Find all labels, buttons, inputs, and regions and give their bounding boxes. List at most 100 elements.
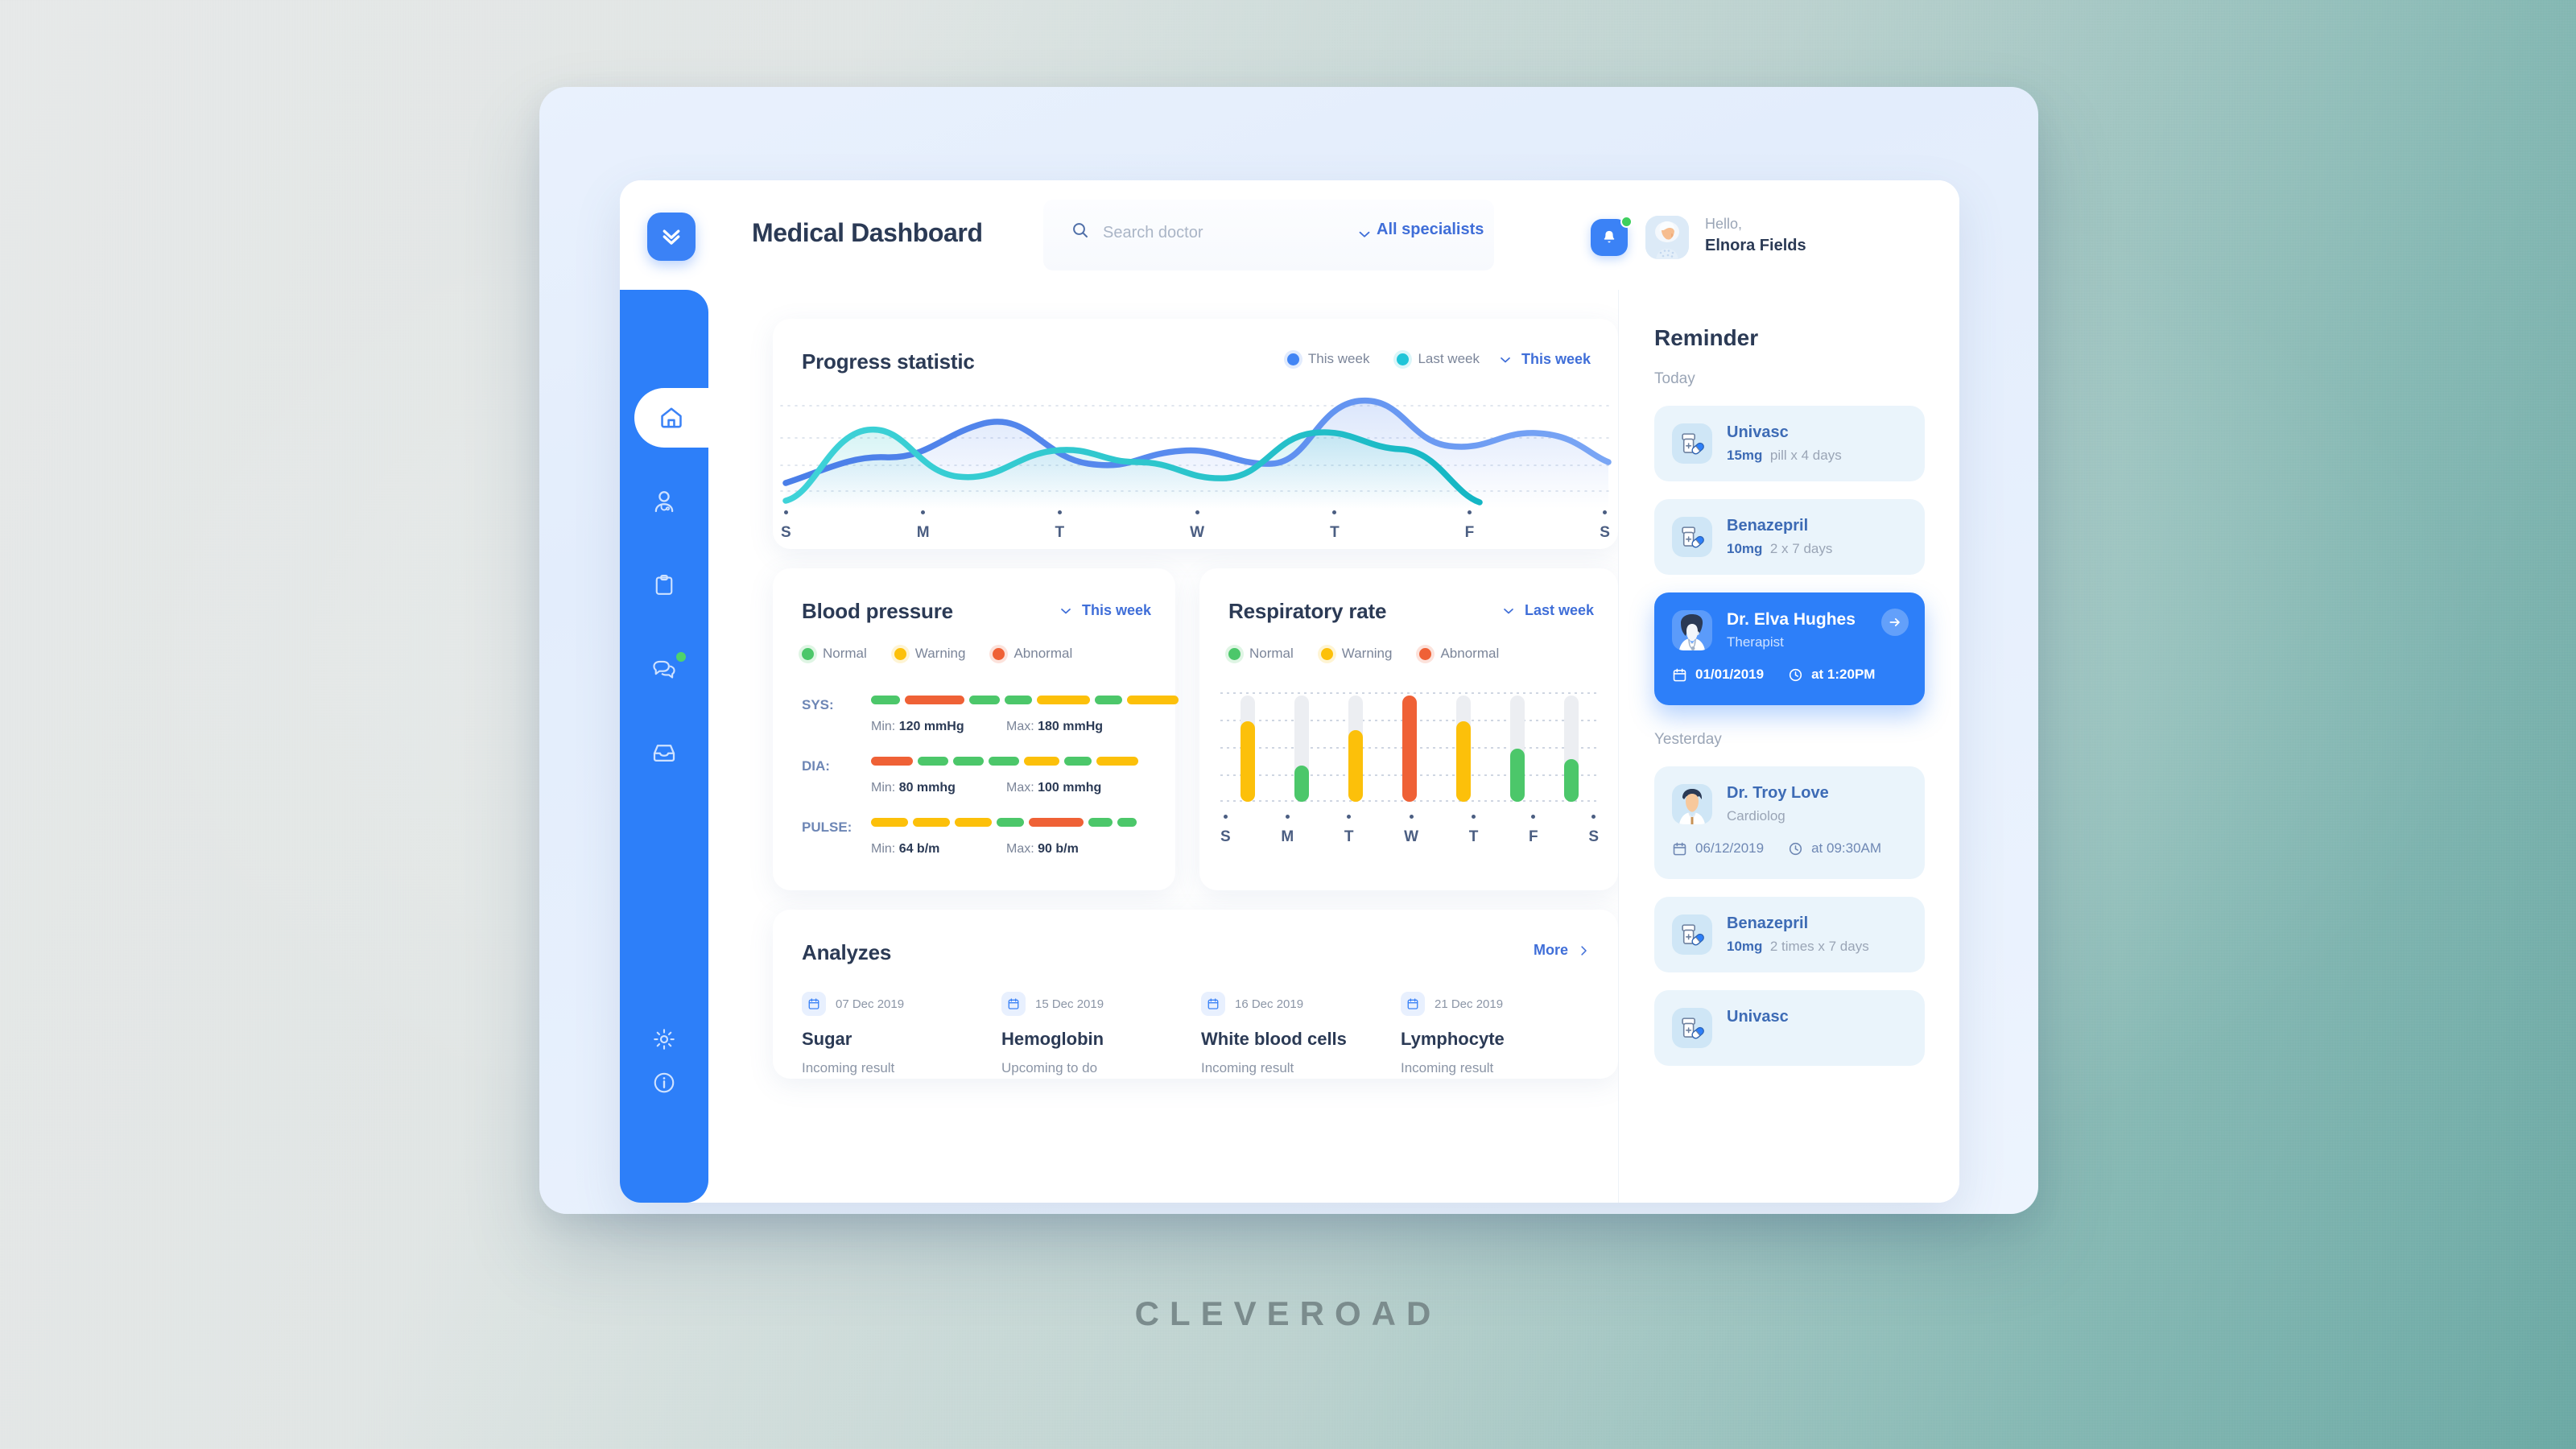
legend-label-last-week: Last week [1418, 351, 1480, 366]
user-name: Elnora Fields [1705, 237, 1806, 254]
progress-legend: This week Last week [1286, 351, 1480, 367]
reminder-medication-card[interactable]: Benazepril 10mg 2 x 7 days [1654, 499, 1925, 575]
respiratory-title: Respiratory rate [1228, 599, 1387, 623]
reminder-appointment-card[interactable]: Dr. Troy Love Cardiolog 06/12/2019 at 09:30… [1654, 766, 1925, 879]
blood-pressure-period-selector[interactable]: This week [1058, 602, 1151, 619]
bp-min-dia: Min: 80 mmhg [871, 781, 956, 795]
axis-dot [921, 510, 926, 514]
axis-dot [1591, 815, 1596, 819]
axis-label: F [1464, 524, 1475, 541]
doctor-male-avatar [1679, 789, 1705, 824]
sidebar-item-info[interactable] [620, 1053, 708, 1113]
legend-dot-abnormal [993, 647, 1005, 660]
analysis-date-row: 16 Dec 2019 [1201, 992, 1347, 1016]
reminder-medication-card[interactable]: Benazepril 10mg 2 times x 7 days [1654, 897, 1925, 972]
axis-dot [783, 510, 788, 514]
sidebar-item-doctors[interactable] [620, 472, 708, 531]
legend-item-warning: Warning [1320, 646, 1392, 662]
legend-item-last-week: Last week [1397, 351, 1480, 367]
arrow-right-icon[interactable] [1881, 609, 1909, 636]
axis-dot [1531, 815, 1536, 819]
calendar-icon [802, 992, 826, 1016]
reminder-date: 06/12/2019 [1695, 840, 1765, 856]
respiratory-bar-normal [1510, 749, 1525, 802]
sidebar-item-messages[interactable] [620, 639, 708, 699]
calendar-icon [1673, 668, 1686, 681]
legend-label-abnormal: Abnormal [1013, 646, 1073, 661]
axis-tick: T [1055, 510, 1064, 542]
legend-dot-abnormal [1419, 647, 1432, 660]
blood-pressure-period-label: This week [1081, 602, 1151, 618]
analysis-date-row: 21 Dec 2019 [1401, 992, 1505, 1016]
reminder-date: 01/01/2019 [1695, 667, 1765, 682]
axis-dot [1467, 510, 1472, 514]
axis-tick: S [1600, 510, 1610, 542]
avatar[interactable] [1645, 216, 1689, 259]
bp-segment-warning [871, 818, 908, 827]
bp-min-pulse: Min: 64 b/m [871, 842, 940, 856]
reminder-medication-card[interactable]: Univasc 15mg pill x 4 days [1654, 406, 1925, 481]
sidebar-item-inbox[interactable] [620, 723, 708, 782]
reminder-medication-card[interactable]: Univasc [1654, 990, 1925, 1066]
reminder-item-name: Univasc [1727, 423, 1789, 441]
gear-icon [654, 1029, 675, 1050]
chevron-double-down-logo-icon[interactable] [647, 213, 696, 261]
analyzes-more-link[interactable]: More [1534, 942, 1591, 959]
axis-label: M [1281, 828, 1294, 845]
reminder-group-label: Today [1654, 370, 1695, 387]
axis-label: S [1220, 828, 1231, 845]
axis-tick: T [1469, 815, 1478, 846]
analysis-item[interactable]: 07 Dec 2019 Sugar Incoming result [802, 992, 904, 1076]
reminder-item-role: Cardiolog [1727, 808, 1785, 824]
chevron-down-icon[interactable] [1356, 225, 1373, 247]
respiratory-legend: Normal Warning Abnormal [1228, 646, 1499, 662]
info-icon [654, 1072, 675, 1093]
page-title: Medical Dashboard [752, 218, 983, 247]
axis-tick: W [1404, 815, 1418, 846]
search-input[interactable] [1103, 219, 1336, 246]
bp-row-label-sys: SYS: [802, 697, 834, 712]
analysis-name: Lymphocyte [1401, 1029, 1505, 1049]
analysis-item[interactable]: 15 Dec 2019 Hemoglobin Upcoming to do [1001, 992, 1104, 1076]
analysis-item[interactable]: 21 Dec 2019 Lymphocyte Incoming result [1401, 992, 1505, 1076]
axis-label: S [781, 524, 791, 541]
bp-segment-normal [1095, 696, 1122, 704]
reminder-item-name: Benazepril [1727, 517, 1809, 535]
reminder-appointment-card[interactable]: Dr. Elva Hughes Therapist 01/01/2019 at 1:2… [1654, 592, 1925, 705]
respiratory-rate-card: Respiratory rate Last week Normal Warnin… [1199, 568, 1618, 890]
axis-dot [1347, 815, 1352, 819]
respiratory-period-selector[interactable]: Last week [1501, 602, 1594, 619]
axis-tick: T [1330, 510, 1340, 542]
axis-dot [1195, 510, 1199, 514]
bp-segment-normal [969, 696, 1000, 704]
respiratory-bar-chart [1220, 689, 1599, 802]
reminder-item-name: Univasc [1727, 1008, 1789, 1026]
pill-bottle-icon [1682, 1018, 1704, 1039]
analysis-date: 21 Dec 2019 [1435, 997, 1504, 1011]
specialist-filter-label[interactable]: All specialists [1377, 221, 1484, 239]
top-bar: Medical Dashboard All specialists [620, 180, 1959, 290]
progress-period-label: This week [1521, 351, 1591, 367]
progress-period-selector[interactable]: This week [1497, 351, 1591, 368]
bp-segment-normal [871, 696, 900, 704]
blood-pressure-card: Blood pressure This week Normal Warning [773, 568, 1179, 890]
bp-segments-pulse [871, 818, 1137, 827]
blood-pressure-title: Blood pressure [802, 599, 953, 623]
analysis-name: White blood cells [1201, 1029, 1347, 1049]
bp-segments-dia [871, 757, 1138, 766]
bp-segment-warning [913, 818, 950, 827]
analysis-date-row: 07 Dec 2019 [802, 992, 904, 1016]
sidebar-item-home[interactable] [634, 388, 708, 448]
chevron-down-icon [1504, 608, 1513, 613]
sidebar-item-records[interactable] [620, 555, 708, 615]
legend-dot-normal [1228, 647, 1241, 660]
clock-icon [1789, 668, 1802, 681]
bp-segment-abnormal [905, 696, 964, 704]
bp-segment-normal [953, 757, 984, 766]
reminder-item-schedule: 06/12/2019 at 09:30AM [1672, 840, 1881, 857]
analysis-item[interactable]: 16 Dec 2019 White blood cells Incoming res… [1201, 992, 1347, 1076]
calendar-icon [1208, 998, 1219, 1009]
bp-segment-abnormal [1029, 818, 1084, 827]
clipboard-icon [655, 574, 673, 595]
bp-segment-normal [1117, 818, 1137, 827]
